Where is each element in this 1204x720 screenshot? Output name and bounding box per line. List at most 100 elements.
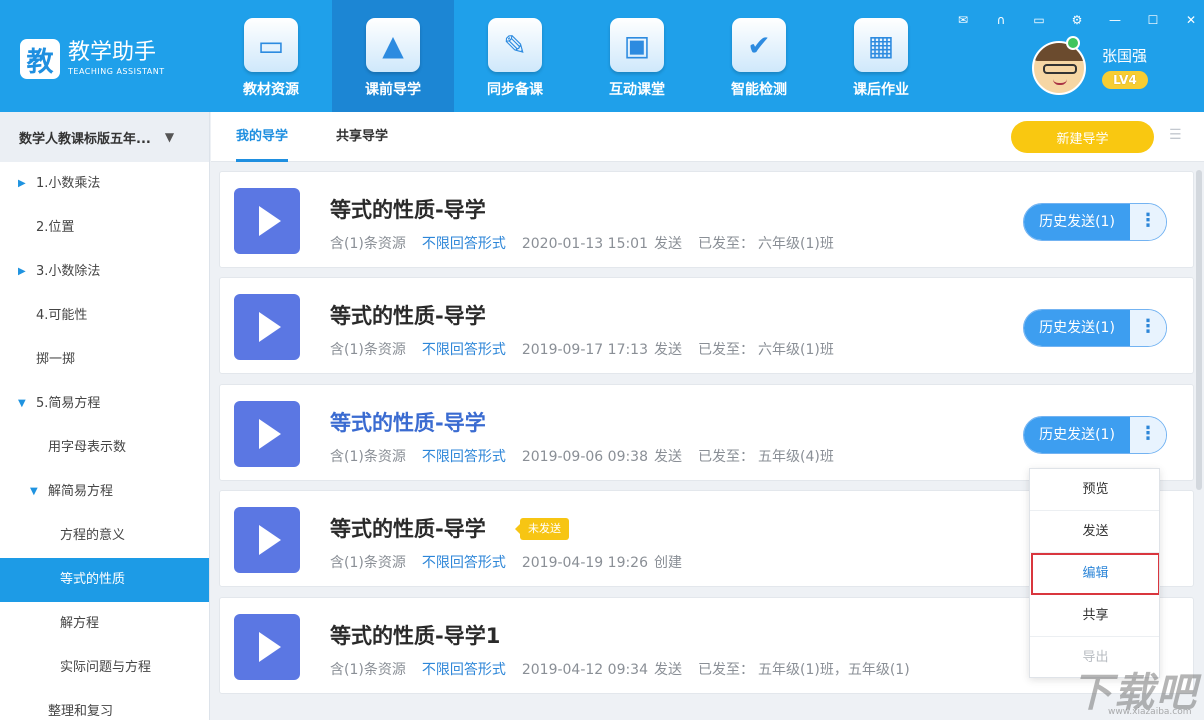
sidebar-item-label: 掷一掷 bbox=[36, 352, 76, 367]
close-icon[interactable]: ✕ bbox=[1172, 10, 1204, 30]
app-title: 教学助手 bbox=[68, 40, 157, 65]
history-send-control: 历史发送(1) ⋮ bbox=[1023, 416, 1167, 454]
scrollbar[interactable] bbox=[1195, 162, 1204, 720]
sidebar-item[interactable]: 方程的意义 bbox=[0, 514, 209, 558]
sidebar-item[interactable]: 整理和复习 bbox=[0, 690, 209, 720]
sidebar-item-label: 等式的性质 bbox=[60, 572, 126, 587]
verified-check-icon bbox=[1066, 36, 1080, 50]
logo-mark: 教 bbox=[20, 39, 60, 79]
sidebar-item-label: 解方程 bbox=[60, 616, 100, 631]
scrollbar-thumb[interactable] bbox=[1196, 170, 1202, 490]
guide-title[interactable]: 等式的性质-导学 bbox=[330, 194, 486, 224]
headset-icon[interactable]: ∩ bbox=[982, 10, 1020, 30]
sidebar-item[interactable]: ▶ 1.小数乘法 bbox=[0, 162, 209, 206]
sent-to-label: 已发至： bbox=[698, 236, 755, 252]
more-options-icon[interactable]: ⋮ bbox=[1130, 204, 1166, 240]
guide-action: 发送 bbox=[654, 342, 683, 358]
nav-item-3[interactable]: ▣ 互动课堂 bbox=[576, 0, 698, 112]
sidebar-item[interactable]: 4.可能性 bbox=[0, 294, 209, 338]
sidebar-item-label: 方程的意义 bbox=[60, 528, 126, 543]
sidebar-item[interactable]: ▼ 5.简易方程 bbox=[0, 382, 209, 426]
answer-mode: 不限回答形式 bbox=[421, 555, 506, 571]
mail-icon[interactable]: ✉ bbox=[944, 10, 982, 30]
nav-item-5[interactable]: ▦ 课后作业 bbox=[820, 0, 942, 112]
sidebar-item-label: 用字母表示数 bbox=[48, 440, 127, 455]
list-menu-icon[interactable]: ☰ bbox=[1169, 128, 1183, 142]
nav-item-2[interactable]: ✎ 同步备课 bbox=[454, 0, 576, 112]
sidebar-item[interactable]: 掷一掷 bbox=[0, 338, 209, 382]
expanded-arrow-icon[interactable]: ▼ bbox=[18, 382, 26, 426]
play-icon[interactable] bbox=[234, 507, 300, 573]
answer-mode: 不限回答形式 bbox=[421, 449, 506, 465]
chat-icon[interactable]: ▭ bbox=[1020, 10, 1058, 30]
guide-datetime: 2019-04-19 19:26 bbox=[521, 555, 649, 571]
guide-card[interactable]: 等式的性质-导学 含(1)条资源 不限回答形式 2020-01-13 15:01 发送已… bbox=[219, 171, 1194, 268]
interactive-class-icon: ▣ bbox=[610, 18, 664, 72]
sidebar-item[interactable]: ▼ 解简易方程 bbox=[0, 470, 209, 514]
caret-down-icon: ▼ bbox=[164, 130, 175, 144]
collapsed-arrow-icon[interactable]: ▶ bbox=[18, 162, 26, 206]
user-level-badge: LV4 bbox=[1102, 71, 1148, 89]
nav-item-label: 课后作业 bbox=[853, 82, 909, 98]
menu-item[interactable]: 发送 bbox=[1030, 511, 1159, 553]
sidebar-item[interactable]: 用字母表示数 bbox=[0, 426, 209, 470]
guide-title[interactable]: 等式的性质-导学 bbox=[330, 513, 486, 543]
nav-item-0[interactable]: ▭ 教材资源 bbox=[210, 0, 332, 112]
guide-meta: 含(1)条资源 不限回答形式 2019-09-06 09:38 发送 已发至： 五年级(4… bbox=[330, 446, 834, 466]
status-badge: 未发送 bbox=[515, 518, 569, 540]
user-avatar[interactable] bbox=[1032, 41, 1086, 95]
guide-card[interactable]: 等式的性质-导学 含(1)条资源 不限回答形式 2019-09-17 17:13 发送已… bbox=[219, 277, 1194, 374]
tabs-bar: 我的导学 共享导学 新建导学 ☰ bbox=[211, 112, 1204, 162]
maximize-icon[interactable]: ☐ bbox=[1134, 10, 1172, 30]
smart-test-icon: ✔ bbox=[732, 18, 786, 72]
nav-item-label: 智能检测 bbox=[731, 82, 787, 98]
top-bar: 教 教学助手 TEACHING ASSISTANT ▭ 教材资源 ▲ 课前导学 ✎ 同步备… bbox=[0, 0, 1204, 112]
resource-count: 含(1)条资源 bbox=[330, 449, 406, 465]
guide-title[interactable]: 等式的性质-导学 bbox=[330, 407, 486, 437]
menu-item[interactable]: 共享 bbox=[1030, 595, 1159, 637]
nav-item-label: 互动课堂 bbox=[609, 82, 665, 98]
sent-to-label: 已发至： bbox=[698, 449, 755, 465]
nav-item-4[interactable]: ✔ 智能检测 bbox=[698, 0, 820, 112]
play-icon[interactable] bbox=[234, 614, 300, 680]
new-guide-button[interactable]: 新建导学 bbox=[1011, 121, 1154, 153]
sidebar-item[interactable]: 等式的性质 bbox=[0, 558, 209, 602]
history-send-button[interactable]: 历史发送(1) bbox=[1024, 204, 1130, 240]
guide-datetime: 2019-09-17 17:13 bbox=[521, 342, 649, 358]
play-icon[interactable] bbox=[234, 401, 300, 467]
sidebar-item[interactable]: 2.位置 bbox=[0, 206, 209, 250]
tab-my-guides[interactable]: 我的导学 bbox=[236, 112, 289, 162]
guide-action: 创建 bbox=[654, 555, 683, 571]
nav-item-1[interactable]: ▲ 课前导学 bbox=[332, 0, 454, 112]
menu-item[interactable]: 编辑 bbox=[1031, 553, 1159, 595]
expanded-arrow-icon[interactable]: ▼ bbox=[30, 470, 38, 514]
guide-title[interactable]: 等式的性质-导学1 bbox=[330, 620, 500, 650]
resource-count: 含(1)条资源 bbox=[330, 662, 406, 678]
sidebar-item-label: 解简易方程 bbox=[48, 484, 114, 499]
user-name[interactable]: 张国强 bbox=[1102, 45, 1147, 66]
book-selector[interactable]: 数学人教课标版五年... ▼ bbox=[0, 112, 209, 162]
more-options-icon[interactable]: ⋮ bbox=[1130, 417, 1166, 453]
nav-item-label: 教材资源 bbox=[243, 82, 299, 98]
settings-icon[interactable]: ⚙ bbox=[1058, 10, 1096, 30]
sidebar-item-label: 2.位置 bbox=[36, 220, 75, 235]
play-icon[interactable] bbox=[234, 294, 300, 360]
guide-meta: 含(1)条资源 不限回答形式 2019-09-17 17:13 发送 已发至： 六年级(1… bbox=[330, 339, 834, 359]
collapsed-arrow-icon[interactable]: ▶ bbox=[18, 250, 26, 294]
menu-item[interactable]: 预览 bbox=[1030, 469, 1159, 511]
guide-card[interactable]: 等式的性质-导学含(1)条资源 不限回答形式 2019-09-06 09:38 发送已… bbox=[219, 384, 1194, 481]
history-send-button[interactable]: 历史发送(1) bbox=[1024, 417, 1130, 453]
more-options-icon[interactable]: ⋮ bbox=[1130, 310, 1166, 346]
app-logo: 教 教学助手 TEACHING ASSISTANT bbox=[20, 39, 165, 79]
sidebar-item[interactable]: 实际问题与方程 bbox=[0, 646, 209, 690]
guide-title[interactable]: 等式的性质-导学 bbox=[330, 300, 486, 330]
book-selector-label: 数学人教课标版五年... bbox=[19, 131, 151, 147]
minimize-icon[interactable]: — bbox=[1096, 10, 1134, 30]
play-icon[interactable] bbox=[234, 188, 300, 254]
watermark-url: www.xiazaiba.com bbox=[1108, 707, 1192, 717]
history-send-button[interactable]: 历史发送(1) bbox=[1024, 310, 1130, 346]
tab-shared-guides[interactable]: 共享导学 bbox=[336, 112, 388, 162]
nav-item-label: 课前导学 bbox=[365, 82, 421, 98]
sidebar-item[interactable]: ▶ 3.小数除法 bbox=[0, 250, 209, 294]
sidebar-item[interactable]: 解方程 bbox=[0, 602, 209, 646]
